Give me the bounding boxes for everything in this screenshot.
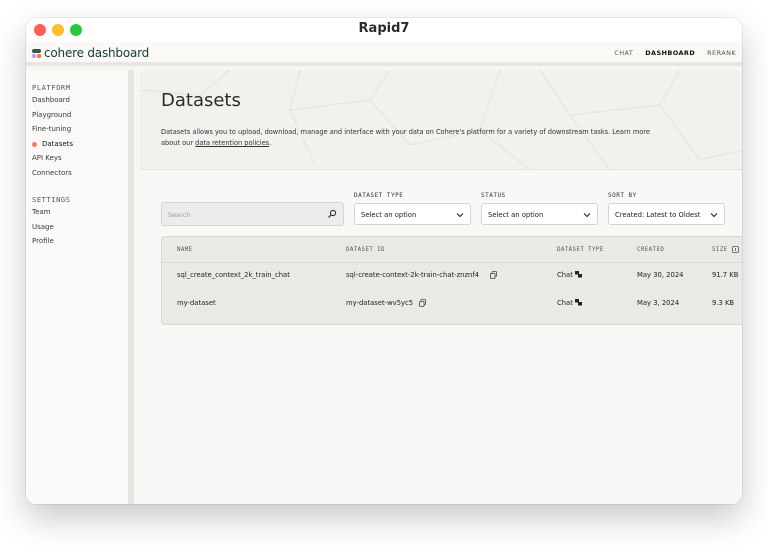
data-retention-link[interactable]: data retention policies bbox=[195, 139, 269, 147]
nav-dashboard[interactable]: DASHBOARD bbox=[645, 49, 695, 57]
dataset-id: my-dataset-wv5yc5 bbox=[346, 299, 414, 307]
sort-by-select[interactable]: Created: Latest to Oldest bbox=[608, 203, 725, 225]
window-title: Rapid7 bbox=[358, 21, 410, 36]
info-icon[interactable] bbox=[732, 246, 739, 253]
sidebar-item-profile[interactable]: Profile bbox=[26, 234, 128, 249]
sidebar-item-usage[interactable]: Usage bbox=[26, 220, 128, 235]
copy-icon[interactable] bbox=[419, 299, 426, 307]
chevron-down-icon bbox=[456, 213, 464, 218]
search-input[interactable]: Search bbox=[161, 202, 344, 226]
sidebar: PLATFORM Dashboard Playground Fine-tunin… bbox=[26, 70, 134, 504]
sidebar-item-fine-tuning[interactable]: Fine-tuning bbox=[26, 122, 128, 137]
chat-icon bbox=[575, 271, 582, 278]
column-header-size[interactable]: SIZE bbox=[712, 247, 728, 253]
dataset-type-select[interactable]: Select an option bbox=[354, 203, 471, 225]
dataset-created: May 3, 2024 bbox=[637, 299, 680, 307]
sidebar-heading-platform: PLATFORM bbox=[32, 84, 71, 92]
datasets-table: NAME DATASET ID DATASET TYPE CREATED SIZ… bbox=[161, 236, 742, 325]
status-select[interactable]: Select an option bbox=[481, 203, 598, 225]
chevron-down-icon bbox=[583, 213, 591, 218]
dataset-type: Chat bbox=[557, 299, 573, 307]
sidebar-item-datasets[interactable]: Datasets bbox=[26, 137, 128, 152]
decorative-background-pattern bbox=[140, 70, 742, 170]
column-header-created[interactable]: CREATED bbox=[637, 247, 664, 253]
page-title: Datasets bbox=[161, 90, 241, 111]
search-placeholder: Search bbox=[168, 211, 191, 219]
chevron-down-icon bbox=[710, 213, 718, 218]
page-description: Datasets allows you to upload, download,… bbox=[161, 128, 650, 147]
column-header-dataset-type[interactable]: DATASET TYPE bbox=[557, 247, 604, 253]
sidebar-item-team[interactable]: Team bbox=[26, 205, 128, 220]
page-header: Datasets Datasets allows you to upload, … bbox=[140, 70, 742, 170]
dataset-name[interactable]: sql_create_context_2k_train_chat bbox=[177, 271, 290, 279]
logo-text: cohere dashboard bbox=[44, 46, 150, 60]
search-icon[interactable] bbox=[327, 209, 337, 219]
sidebar-heading-settings: SETTINGS bbox=[32, 196, 71, 204]
dataset-created: May 30, 2024 bbox=[637, 271, 684, 279]
nav-chat[interactable]: CHAT bbox=[614, 49, 633, 57]
dataset-size: 91.7 KB bbox=[712, 271, 739, 279]
dataset-type-label: DATASET TYPE bbox=[354, 192, 404, 199]
nav-rerank[interactable]: RERANK bbox=[707, 49, 736, 57]
column-header-dataset-id[interactable]: DATASET ID bbox=[346, 247, 385, 253]
top-nav: CHAT DASHBOARD RERANK bbox=[614, 49, 736, 57]
sort-by-label: SORT BY bbox=[608, 192, 637, 199]
cohere-logo-icon bbox=[32, 48, 41, 58]
sidebar-item-playground[interactable]: Playground bbox=[26, 108, 128, 123]
table-row[interactable]: my-dataset my-dataset-wv5yc5 Chat May 3,… bbox=[162, 290, 742, 318]
copy-icon[interactable] bbox=[490, 271, 497, 279]
status-label: STATUS bbox=[481, 192, 506, 199]
active-indicator-dot bbox=[32, 141, 37, 147]
table-row[interactable]: sql_create_context_2k_train_chat sql-cre… bbox=[162, 262, 742, 290]
app-header: cohere dashboard CHAT DASHBOARD RERANK bbox=[26, 42, 742, 66]
dataset-id: sql-create-context-2k-train-chat-znznf4 bbox=[346, 271, 480, 279]
sidebar-item-dashboard[interactable]: Dashboard bbox=[26, 93, 128, 108]
dataset-name[interactable]: my-dataset bbox=[177, 299, 216, 307]
sidebar-item-label: Datasets bbox=[42, 139, 74, 148]
main-content: Datasets Datasets allows you to upload, … bbox=[140, 70, 742, 504]
app-window: Rapid7 cohere dashboard CHAT DASHBOARD R… bbox=[26, 18, 742, 504]
window-titlebar: Rapid7 bbox=[26, 18, 742, 42]
sidebar-item-api-keys[interactable]: API Keys bbox=[26, 151, 128, 166]
dataset-size: 9.3 KB bbox=[712, 299, 735, 307]
chat-icon bbox=[575, 299, 582, 306]
dataset-type: Chat bbox=[557, 271, 573, 279]
cohere-logo[interactable]: cohere dashboard bbox=[32, 46, 149, 60]
sidebar-item-connectors[interactable]: Connectors bbox=[26, 166, 128, 181]
column-header-name[interactable]: NAME bbox=[177, 247, 193, 253]
